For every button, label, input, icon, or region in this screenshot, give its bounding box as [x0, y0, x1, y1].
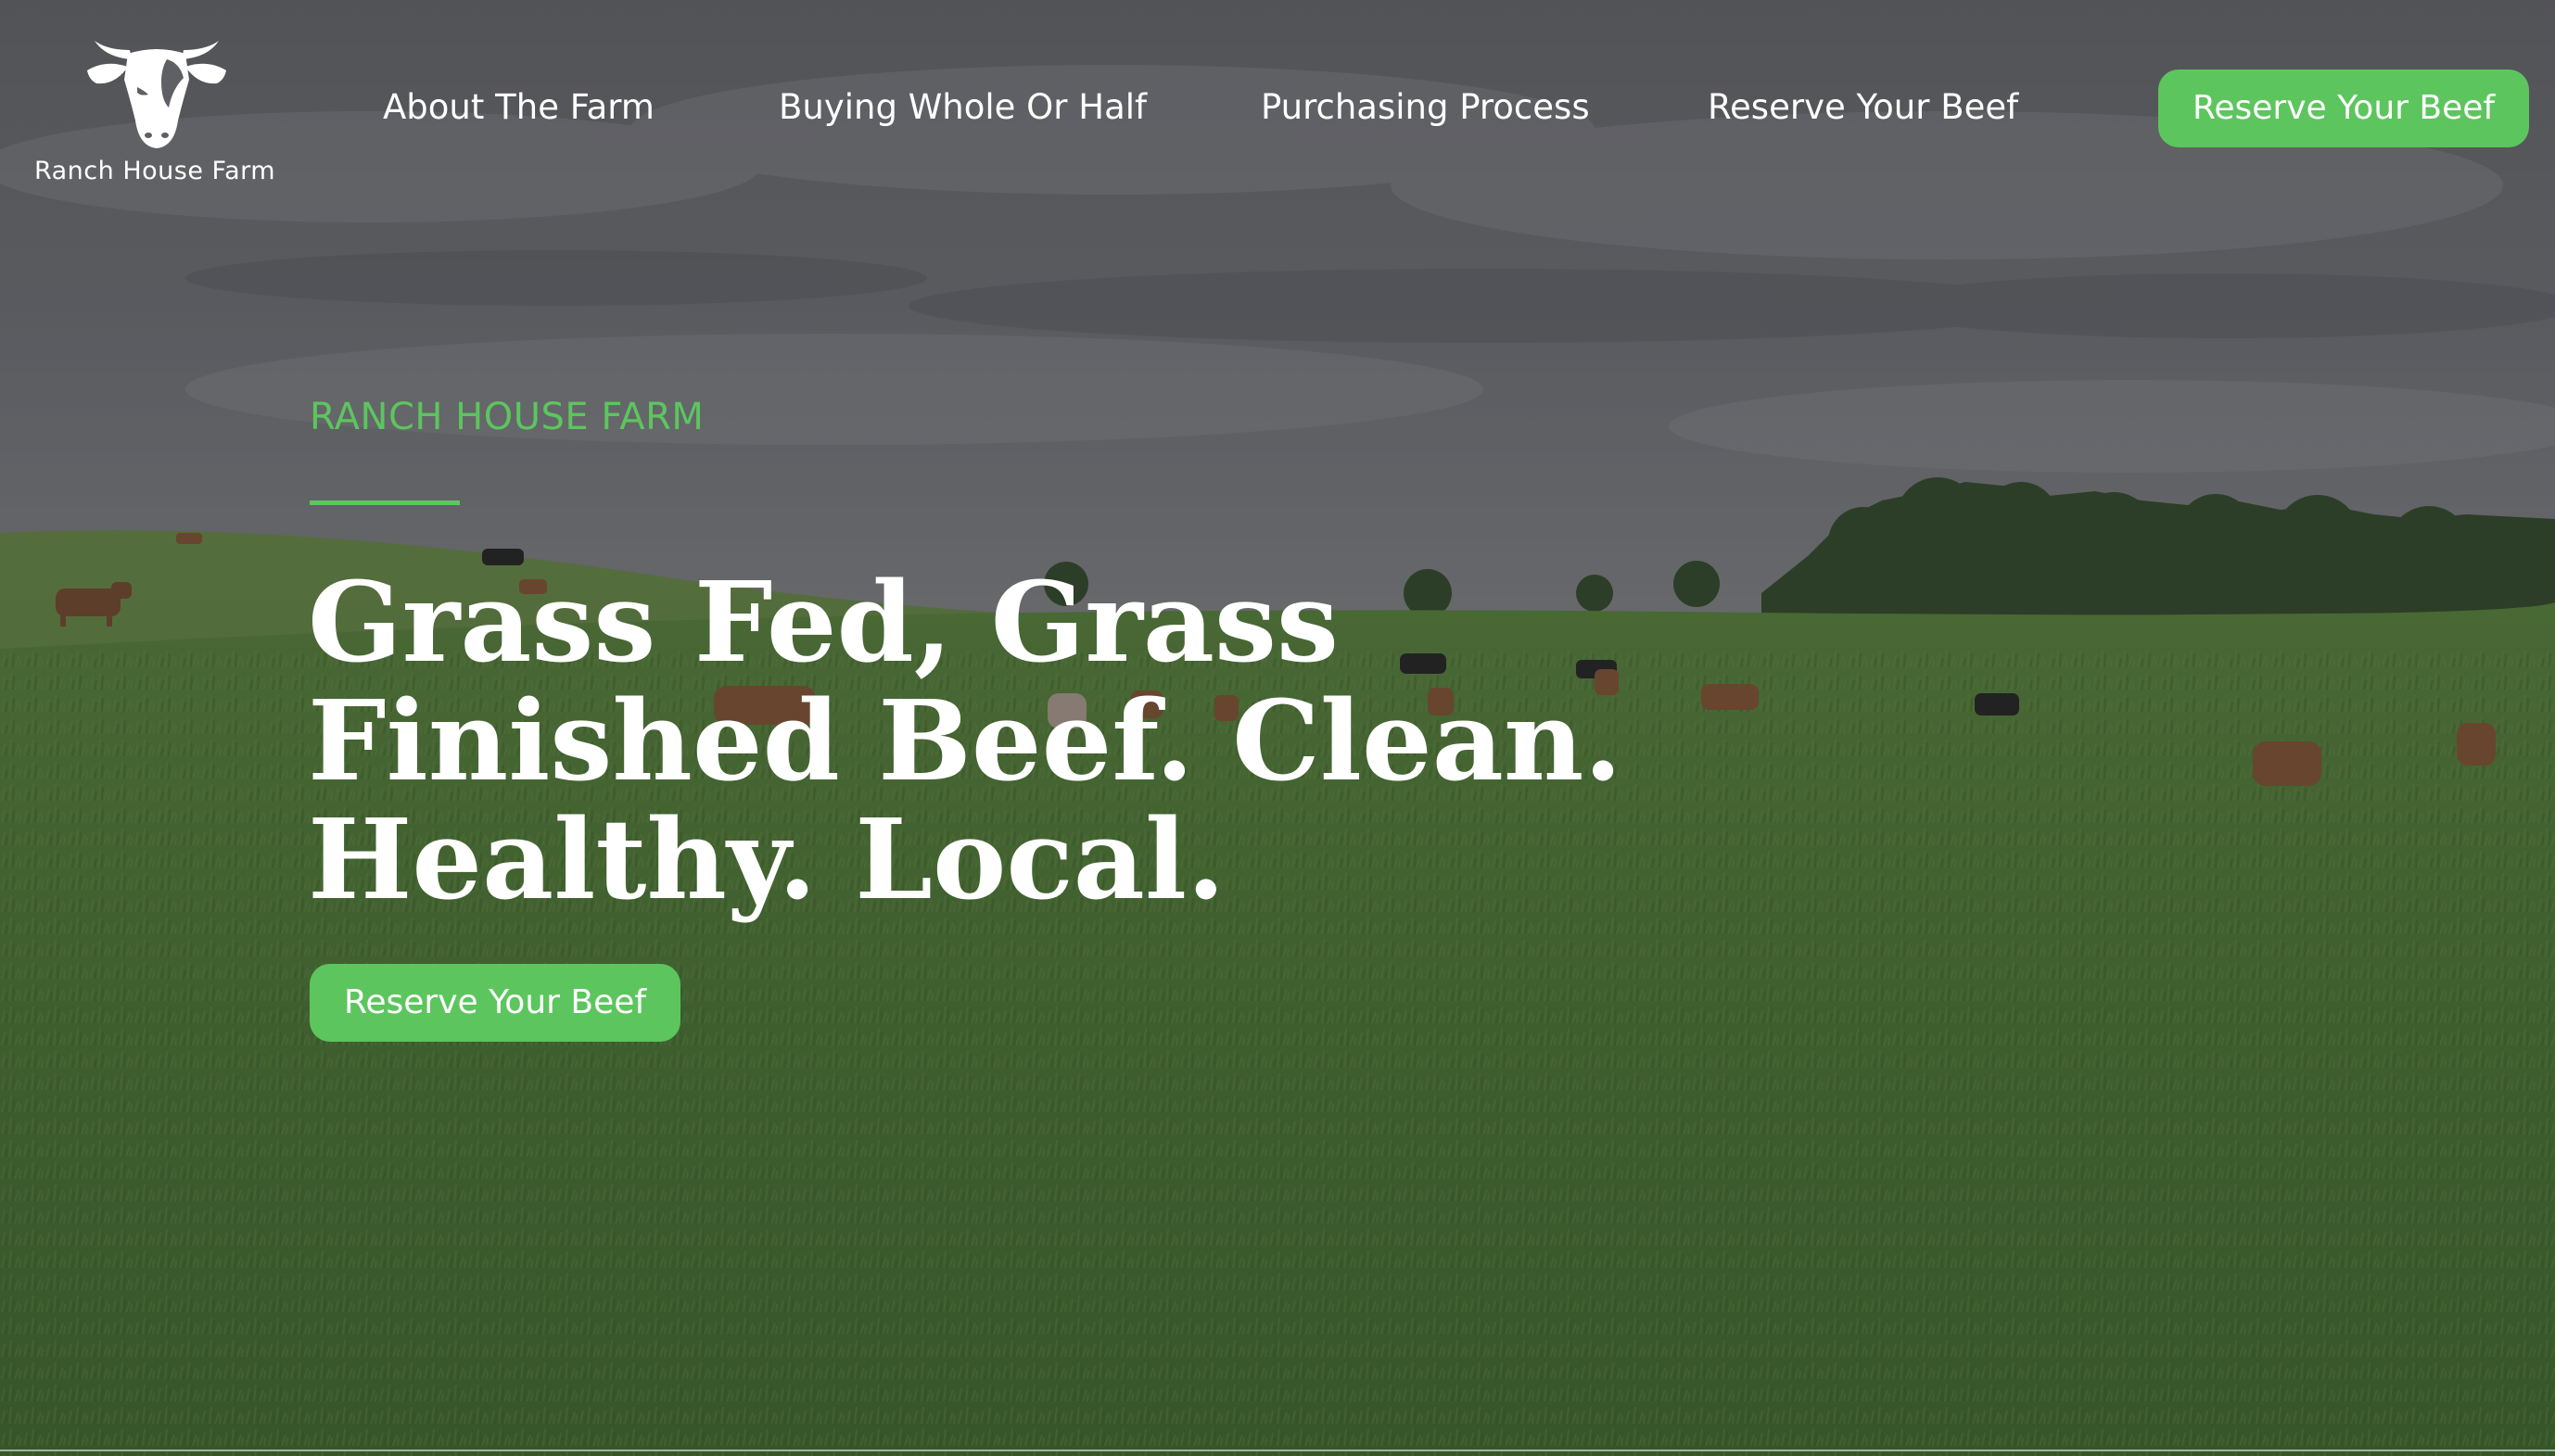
site-header: Ranch House Farm About The Farm Buying W…	[0, 0, 2555, 204]
page: Ranch House Farm About The Farm Buying W…	[0, 0, 2555, 1456]
nav-about-the-farm[interactable]: About The Farm	[383, 82, 655, 133]
nav-purchasing-process[interactable]: Purchasing Process	[1261, 82, 1590, 133]
header-reserve-button[interactable]: Reserve Your Beef	[2158, 70, 2529, 147]
hero-eyebrow: RANCH HOUSE FARM	[310, 396, 705, 438]
eyebrow-divider	[310, 500, 460, 505]
hero-title: Grass Fed, Grass Finished Beef. Clean. H…	[308, 558, 1622, 925]
hero-reserve-button[interactable]: Reserve Your Beef	[310, 964, 680, 1042]
bottom-divider	[0, 1450, 2555, 1451]
nav-reserve-your-beef[interactable]: Reserve Your Beef	[1708, 82, 2018, 133]
nav-buying-whole-or-half[interactable]: Buying Whole Or Half	[779, 82, 1147, 133]
